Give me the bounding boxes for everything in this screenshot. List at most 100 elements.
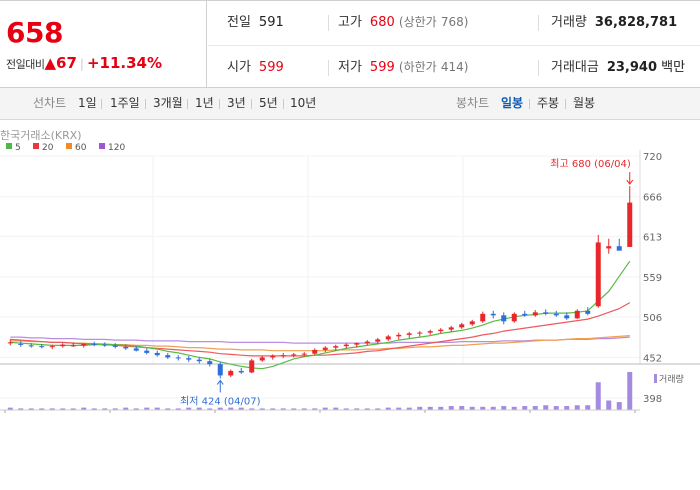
exchange-label: 한국거래소(KRX) [0,129,82,142]
candle-body [522,313,528,316]
candle-body [606,246,612,249]
price-chart[interactable]: 한국거래소(KRX) 5 20 60 120 720 666 613 559 506 452 39… [0,120,700,490]
price-box: 658 전일대비▲67 | +11.34% [0,1,207,88]
tab-5y[interactable]: 5년 [259,88,278,119]
candle-body [228,370,234,376]
volume: 거래량 36,828,781 [551,15,678,30]
candle-body [133,348,139,351]
volume-bar [501,406,507,410]
volume-bar [606,400,612,410]
candle-body [532,312,538,316]
candle-body [364,341,370,344]
legend-label-5: 5 [15,143,21,153]
candle-body [312,349,318,354]
low-annotation: 최저 424 (04/07) [180,395,261,407]
volume-bar [627,372,633,410]
legend-label-120: 120 [108,143,125,153]
change-value: ▲67 [44,54,77,72]
candle-body [270,355,276,358]
candle-body [60,344,66,347]
volume-bar [459,406,465,410]
high-price: 고가 680 (상한가 768) [338,15,469,30]
quote-row-1: 전일 591 고가 680 (상한가 768) 거래량 36,828,781 [208,1,700,45]
legend-label-20: 20 [42,143,54,153]
volume-bars: 거래량 [0,372,684,413]
legend-label-60: 60 [75,143,87,153]
volume-legend-label: 거래량 [659,373,684,385]
tab-10y[interactable]: 10년 [290,88,316,119]
volume-bar [532,406,538,410]
candle-body [627,202,633,247]
ma120-line [10,336,630,344]
candle-body [564,315,570,319]
candle-body [480,313,486,322]
tab-1y[interactable]: 1년 [195,88,214,119]
candle-body [70,345,76,347]
candle-body [249,360,255,373]
volume-bar [616,402,622,410]
candle-body [186,358,192,360]
candle-body [354,343,360,345]
line-chart-header: 선차트 [33,96,67,110]
volume-bar [553,406,559,410]
change-label: 전일대비 [6,58,45,71]
candle-body [490,313,496,316]
y-tick-label: 506 [643,313,662,324]
y-tick-label: 452 [643,353,662,364]
volume-bar [543,405,549,410]
legend-swatch-60 [66,143,72,149]
candle-body [102,344,108,346]
candle-body [385,336,391,340]
candle-body [406,333,412,335]
tab-3y[interactable]: 3년 [227,88,246,119]
candle-body [7,342,13,344]
quote-row-2: 시가 599 저가 599 (하한가 414) 거래대금 23,940 백만 [208,45,700,89]
candle-body [165,355,171,358]
candle-body [553,313,559,316]
high-annotation: 최고 680 (06/04) [550,158,631,170]
candle-body [144,350,150,353]
ma-legend: 5 20 60 120 [6,143,125,153]
candle-body [123,346,129,349]
current-price: 658 [6,16,63,49]
volume-bar [574,405,580,410]
candle-body [28,345,34,347]
candle-body [375,339,381,342]
open-price: 시가 599 [227,60,284,75]
tab-1w[interactable]: 1주일 [110,88,140,119]
annotations: 최고 680 (06/04) 최저 424 (04/07) [180,158,634,407]
y-tick-label: 720 [643,152,662,163]
candle-body [175,357,181,359]
candle-body [301,353,307,355]
tab-3m[interactable]: 3개월 [153,88,183,119]
candle-body [238,370,244,373]
candle-body [49,346,55,348]
candle-body [543,312,549,314]
tab-1d[interactable]: 1일 [78,88,97,119]
candle-body [585,310,591,314]
y-tick-label: 613 [643,232,662,243]
candle-body [574,310,580,319]
volume-bar [595,382,601,410]
candle-body [343,344,349,347]
candle-chart-header: 봉차트 [456,96,490,110]
y-tick-label: 559 [643,273,662,284]
legend-swatch-5 [6,143,12,149]
candle-body [333,346,339,348]
volume-bar [448,406,454,410]
candle-body [207,361,213,365]
candle-body [280,355,286,357]
candle-body [396,334,402,337]
tab-weekly[interactable]: 주봉 [537,88,559,119]
candles [7,186,633,379]
tab-daily[interactable]: 일봉 [501,88,523,119]
candle-body [39,346,45,348]
candle-body [81,343,87,346]
candle-body [196,359,202,362]
y-tick-label: 666 [643,193,662,204]
volume-legend-swatch [654,374,657,383]
candle-body [91,343,97,345]
tab-monthly[interactable]: 월봉 [573,88,595,119]
volume-bar [564,406,570,410]
candle-body [322,347,328,350]
